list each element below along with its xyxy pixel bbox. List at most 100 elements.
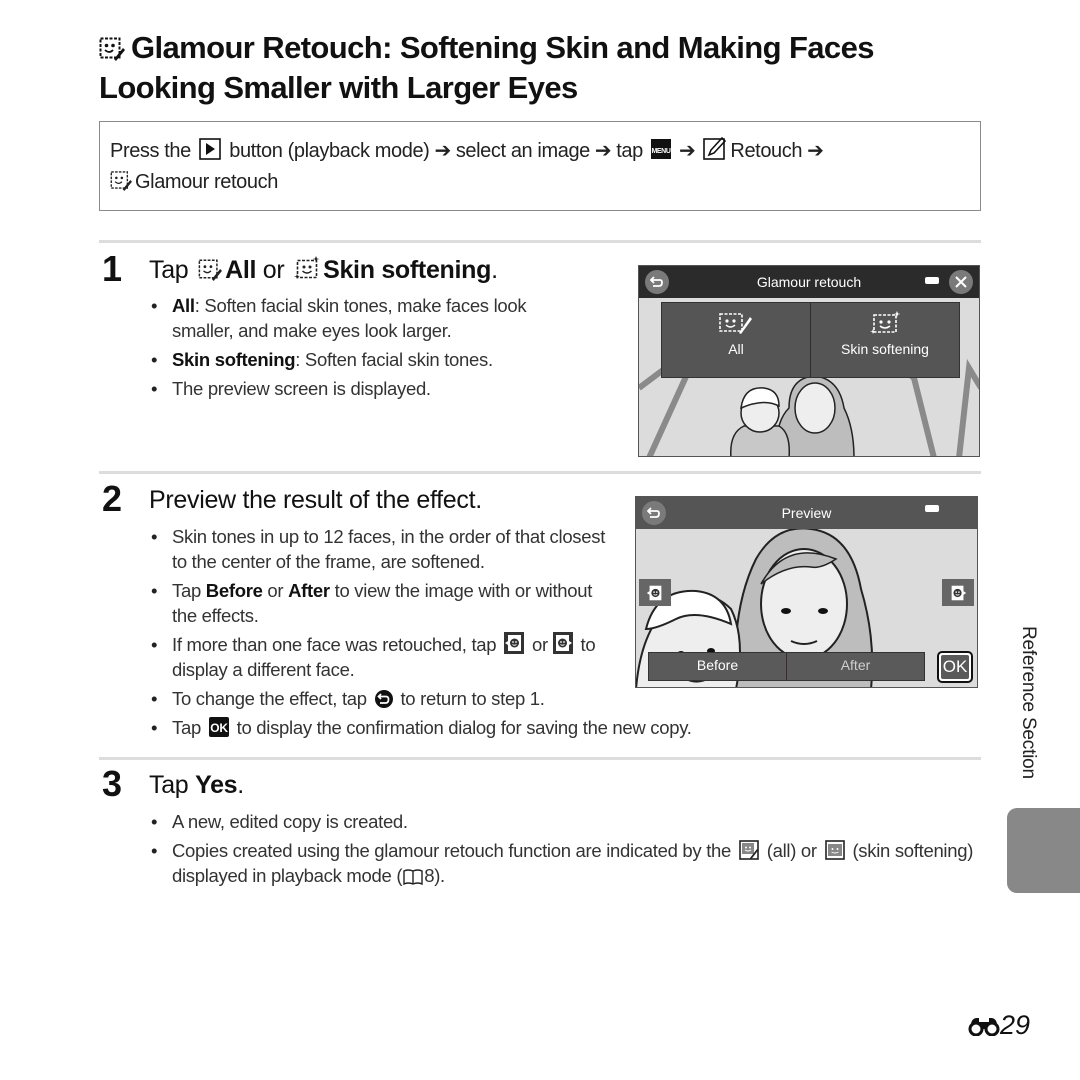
- after-button[interactable]: After: [786, 653, 924, 680]
- bullet-term: Skin softening: [172, 349, 296, 370]
- reference-section-label: Reference Section: [1018, 626, 1039, 779]
- step-title: Tap All or Skin softening.: [149, 254, 498, 286]
- step-title-yes: Yes: [195, 771, 238, 799]
- glamour-retouch-icon: [110, 171, 132, 191]
- list-item: Copies created using the glamour retouch…: [149, 838, 979, 888]
- page-reference-link[interactable]: 8: [424, 865, 434, 886]
- bullet-text: Tap: [172, 580, 206, 601]
- bullet-text: Copies created using the glamour retouch…: [172, 840, 732, 861]
- bullet-term-after: After: [288, 580, 330, 601]
- section-thumb-tab[interactable]: [1007, 808, 1080, 893]
- next-face-icon: [951, 585, 967, 600]
- bullet-text: To change the effect, tap: [172, 688, 367, 709]
- screen-title: Preview: [781, 505, 832, 521]
- back-button[interactable]: [645, 270, 669, 294]
- list-item: Tap Before or After to view the image wi…: [149, 578, 609, 628]
- camera-screen-glamour-retouch: Glamour retouch All Skin softening: [638, 265, 980, 457]
- skin-softening-icon: [870, 311, 901, 334]
- list-item: Skin tones in up to 12 faces, in the ord…: [149, 524, 609, 574]
- arrow-icon: ➔: [594, 140, 612, 162]
- back-button[interactable]: [642, 501, 666, 525]
- list-item: Skin softening: Soften facial skin tones…: [149, 347, 589, 372]
- bullet-text: Skin tones in up to 12 faces, in the ord…: [172, 526, 606, 572]
- nav-text-glamour-retouch: Glamour retouch: [135, 171, 278, 193]
- section-divider: [99, 757, 981, 760]
- ok-button[interactable]: OK: [937, 651, 973, 683]
- section-divider: [99, 471, 981, 474]
- bullet-text: If more than one face was retouched, tap: [172, 634, 497, 655]
- step-title-skin-softening: Skin softening: [323, 256, 492, 284]
- step-1-bullets: All: Soften facial skin tones, make face…: [149, 293, 589, 405]
- nav-text-playback-mode: button (playback mode): [229, 140, 430, 162]
- screen-title: Glamour retouch: [756, 274, 862, 290]
- option-label: All: [728, 341, 744, 357]
- skin-softening-icon: [294, 256, 320, 279]
- before-button[interactable]: Before: [649, 653, 786, 680]
- nav-text-tap: tap: [616, 140, 643, 162]
- step-number: 2: [102, 478, 123, 519]
- step-title-or: or: [262, 256, 285, 284]
- arrow-icon: ➔: [434, 140, 451, 162]
- page-title: Glamour Retouch: Softening Skin and Maki…: [99, 28, 999, 108]
- previous-face-icon: [646, 585, 662, 600]
- battery-icon: [925, 505, 939, 512]
- glamour-options-panel: All Skin softening: [661, 302, 960, 378]
- option-label: Skin softening: [841, 341, 929, 357]
- navigation-path-line-1: Press the button (playback mode) ➔ select …: [110, 136, 828, 165]
- back-icon: [374, 690, 393, 708]
- bullet-term: All: [172, 295, 195, 316]
- list-item: Tap OK to display the confirmation dialo…: [149, 715, 849, 740]
- arrow-icon: ➔: [807, 140, 824, 162]
- list-item: To change the effect, tap to return to s…: [149, 686, 849, 711]
- bullet-text: : Soften facial skin tones.: [295, 349, 493, 370]
- book-reference-icon: [403, 869, 423, 885]
- previous-face-button[interactable]: [639, 579, 671, 606]
- glamour-all-icon: [198, 259, 223, 281]
- list-item: The preview screen is displayed.: [149, 376, 589, 401]
- navigation-path-box: Press the button (playback mode) ➔ select …: [99, 121, 981, 211]
- glamour-all-playback-icon: [739, 840, 759, 860]
- menu-icon: MENU: [651, 139, 672, 159]
- bullet-text: to display the confirmation dialog for s…: [236, 717, 692, 738]
- nav-text-select-image: select an image: [455, 140, 590, 162]
- screen-header: Glamour retouch: [639, 266, 979, 298]
- step-title-text: Tap: [149, 771, 189, 799]
- bullet-text: ).: [434, 865, 445, 886]
- play-button-icon: [199, 138, 221, 160]
- page-number-value: 29: [1000, 1010, 1031, 1040]
- svg-text:OK: OK: [210, 721, 228, 735]
- nav-text-press-the: Press the: [110, 140, 191, 162]
- bullet-text: or: [262, 580, 289, 601]
- step-title-period: .: [237, 771, 244, 799]
- step-title: Tap Yes.: [149, 769, 244, 801]
- bullet-text: : Soften facial skin tones, make faces l…: [172, 295, 527, 341]
- step-number: 3: [102, 763, 123, 804]
- step-2-bullets: Skin tones in up to 12 faces, in the ord…: [149, 524, 609, 686]
- section-divider: [99, 240, 981, 243]
- step-title: Preview the result of the effect.: [149, 486, 482, 514]
- before-after-toggle: Before After: [648, 652, 925, 681]
- close-icon: [955, 276, 967, 288]
- bullet-text: to return to step 1.: [400, 688, 545, 709]
- option-skin-softening-button[interactable]: Skin softening: [810, 303, 959, 377]
- next-face-icon: [552, 632, 573, 654]
- option-all-button[interactable]: All: [662, 303, 810, 377]
- ok-label: OK: [941, 655, 969, 679]
- navigation-path-line-2: Glamour retouch: [110, 168, 278, 196]
- back-icon: [647, 507, 660, 518]
- step-3-bullets: A new, edited copy is created. Copies cr…: [149, 809, 979, 892]
- close-button[interactable]: [949, 270, 973, 294]
- bullet-term-before: Before: [205, 580, 263, 601]
- next-face-button[interactable]: [942, 579, 974, 606]
- reference-binoculars-icon: [968, 1017, 1000, 1036]
- glamour-all-icon: [719, 313, 752, 334]
- list-item: A new, edited copy is created.: [149, 809, 979, 834]
- screen-header: Preview: [636, 497, 977, 529]
- list-item: All: Soften facial skin tones, make face…: [149, 293, 589, 343]
- retouch-icon: [703, 136, 727, 160]
- nav-text-retouch: Retouch: [730, 140, 803, 162]
- step-number: 1: [102, 248, 123, 289]
- previous-face-icon: [504, 632, 525, 654]
- side-section-label: Reference Section: [1012, 626, 1042, 796]
- back-icon: [650, 276, 663, 287]
